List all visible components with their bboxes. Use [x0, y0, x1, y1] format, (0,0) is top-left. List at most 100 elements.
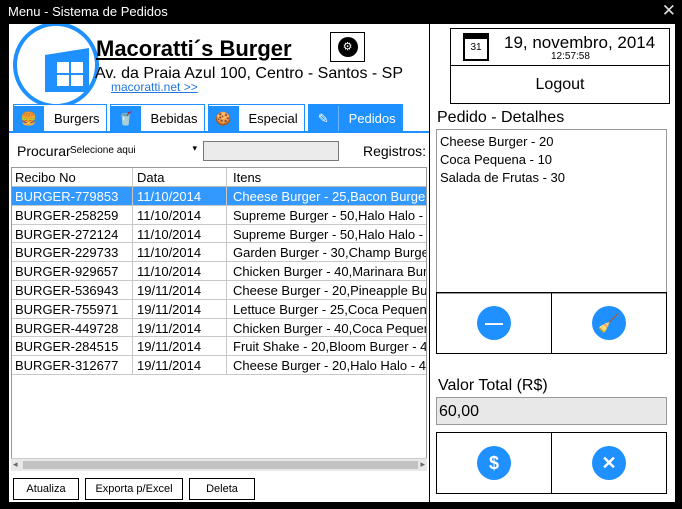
cell-itens: Supreme Burger - 50,Halo Halo - 4	[233, 226, 426, 242]
cell-recibo: BURGER-449728	[12, 318, 133, 337]
table-row[interactable]: BURGER-449728 19/11/2014 Chicken Burger …	[12, 318, 426, 338]
share-icon: ⚙	[337, 37, 358, 57]
table-row[interactable]: BURGER-312677 19/11/2014 Cheese Burger -…	[12, 356, 426, 375]
table-row[interactable]: BURGER-779853 11/10/2014 Cheese Burger -…	[12, 187, 426, 206]
brand-title: Macoratti´s Burger	[96, 36, 292, 61]
money-icon: $	[477, 446, 511, 480]
details-panel: 31 19, novembro, 2014 12:57:58 Logout Pe…	[430, 24, 675, 502]
table-row[interactable]: BURGER-258259 11/10/2014 Supreme Burger …	[12, 205, 426, 225]
tab-label: Burgers	[54, 111, 100, 126]
tab-burgers[interactable]: 🍔 Burgers	[13, 104, 107, 132]
cell-data: 11/10/2014	[133, 224, 227, 243]
cell-data: 11/10/2014	[133, 262, 227, 280]
cell-recibo: BURGER-258259	[12, 205, 133, 224]
cell-recibo: BURGER-779853	[12, 187, 133, 205]
table-row[interactable]: BURGER-272124 11/10/2014 Supreme Burger …	[12, 224, 426, 244]
tab-divider	[9, 131, 429, 133]
table-header: Recibo No Data Itens	[12, 168, 426, 187]
details-title: Pedido - Detalhes	[437, 109, 565, 126]
cell-data: 19/11/2014	[133, 280, 227, 299]
broom-icon: 🧹	[592, 306, 626, 340]
clear-items-button[interactable]: 🧹	[552, 293, 666, 353]
cell-itens: Chicken Burger - 40,Coca Pequena	[233, 320, 426, 336]
column-header[interactable]: Itens	[227, 168, 426, 186]
cell-itens: Supreme Burger - 50,Halo Halo - 4	[233, 207, 426, 223]
scroll-left-icon[interactable]: ◂	[13, 459, 18, 470]
table-row[interactable]: BURGER-284515 19/11/2014 Fruit Shake - 2…	[12, 337, 426, 357]
cell-data: 19/11/2014	[133, 337, 227, 356]
pay-button[interactable]: $	[437, 433, 552, 493]
tab-pedidos[interactable]: ✎ Pedidos	[307, 104, 403, 132]
column-header[interactable]: Recibo No	[12, 168, 133, 186]
list-item[interactable]: Coca Pequena - 10	[440, 151, 663, 169]
cell-recibo: BURGER-312677	[12, 356, 133, 374]
window-title: Menu - Sistema de Pedidos	[8, 4, 168, 19]
shopping-bag-logo-icon	[13, 24, 99, 108]
remove-item-button[interactable]: —	[437, 293, 552, 353]
tab-bebidas[interactable]: 🥤 Bebidas	[109, 104, 205, 132]
close-circle-icon: ✕	[592, 446, 626, 480]
drink-icon: 🥤	[110, 105, 141, 132]
order-actions: $ ✕	[436, 432, 667, 494]
current-time: 12:57:58	[551, 51, 590, 62]
table-row[interactable]: BURGER-755971 19/11/2014 Lettuce Burger …	[12, 299, 426, 319]
cookie-icon: 🍪	[208, 105, 239, 132]
category-tabs: 🍔 Burgers 🥤 Bebidas 🍪 Especial ✎ Pedidos	[13, 104, 406, 132]
cell-recibo: BURGER-929657	[12, 262, 133, 280]
refresh-button[interactable]: Atualiza	[13, 478, 79, 500]
search-input[interactable]	[203, 141, 339, 161]
notepad-icon: ✎	[308, 105, 339, 132]
export-excel-button[interactable]: Exporta p/Excel	[85, 478, 183, 500]
list-item[interactable]: Cheese Burger - 20	[440, 133, 663, 151]
cell-itens: Fruit Shake - 20,Bloom Burger - 4	[233, 339, 426, 355]
column-header[interactable]: Data	[133, 168, 227, 186]
tab-especial[interactable]: 🍪 Especial	[207, 104, 305, 132]
horizontal-scrollbar[interactable]: ◂ ▸	[11, 458, 427, 471]
cancel-order-button[interactable]: ✕	[552, 433, 666, 493]
delete-button[interactable]: Deleta	[189, 478, 255, 500]
table-row[interactable]: BURGER-929657 11/10/2014 Chicken Burger …	[12, 262, 426, 281]
share-button[interactable]: ⚙	[330, 32, 365, 62]
orders-table: Recibo No Data Itens BURGER-779853 11/10…	[11, 167, 427, 471]
order-items-list[interactable]: Cheese Burger - 20 Coca Pequena - 10 Sal…	[436, 129, 667, 294]
cell-recibo: BURGER-272124	[12, 224, 133, 243]
list-item[interactable]: Salada de Frutas - 30	[440, 169, 663, 187]
calendar-icon: 31	[463, 33, 489, 61]
chevron-down-icon: ▾	[192, 143, 197, 153]
orders-panel: Macoratti´s Burger Av. da Praia Azul 100…	[9, 24, 429, 502]
cell-recibo: BURGER-229733	[12, 243, 133, 262]
tab-label: Pedidos	[348, 111, 396, 126]
records-count: Registros: 1	[363, 143, 429, 159]
cell-data: 11/10/2014	[133, 243, 227, 262]
cell-itens: Cheese Burger - 25,Bacon Burger	[233, 189, 426, 204]
cell-recibo: BURGER-284515	[12, 337, 133, 356]
cell-itens: Garden Burger - 30,Champ Burger	[233, 245, 426, 261]
scroll-right-icon[interactable]: ▸	[420, 459, 425, 470]
cell-itens: Chicken Burger - 40,Marinara Bur	[233, 264, 426, 280]
table-row[interactable]: BURGER-229733 11/10/2014 Garden Burger -…	[12, 243, 426, 263]
search-label: Procurar	[17, 143, 71, 159]
cell-itens: Cheese Burger - 20,Halo Halo - 4	[233, 358, 426, 374]
cell-data: 11/10/2014	[133, 205, 227, 224]
logout-button[interactable]: Logout	[450, 66, 670, 104]
filter-bar: Procurar Selecione aqui ▾ Registros: 1	[17, 141, 429, 161]
search-field-select[interactable]: Selecione aqui ▾	[69, 141, 199, 161]
cell-itens: Cheese Burger - 20,Pineapple Bur	[233, 282, 426, 298]
clock-box: 31 19, novembro, 2014 12:57:58	[450, 28, 670, 66]
current-date: 19, novembro, 2014	[504, 33, 656, 52]
table-row[interactable]: BURGER-536943 19/11/2014 Cheese Burger -…	[12, 280, 426, 300]
tab-label: Bebidas	[150, 111, 198, 126]
cell-recibo: BURGER-536943	[12, 280, 133, 299]
tab-label: Especial	[248, 111, 298, 126]
site-link[interactable]: macoratti.net >>	[111, 80, 198, 94]
scroll-thumb[interactable]	[23, 461, 418, 469]
window-titlebar: Menu - Sistema de Pedidos ✕	[0, 0, 682, 24]
total-value: 60,00	[436, 397, 667, 425]
cell-data: 19/11/2014	[133, 356, 227, 374]
cell-data: 19/11/2014	[133, 318, 227, 337]
close-icon[interactable]: ✕	[662, 1, 676, 21]
cell-itens: Lettuce Burger - 25,Coca Pequena	[233, 301, 426, 317]
cell-recibo: BURGER-755971	[12, 299, 133, 318]
item-actions: — 🧹	[436, 292, 667, 354]
cell-data: 11/10/2014	[133, 187, 227, 205]
